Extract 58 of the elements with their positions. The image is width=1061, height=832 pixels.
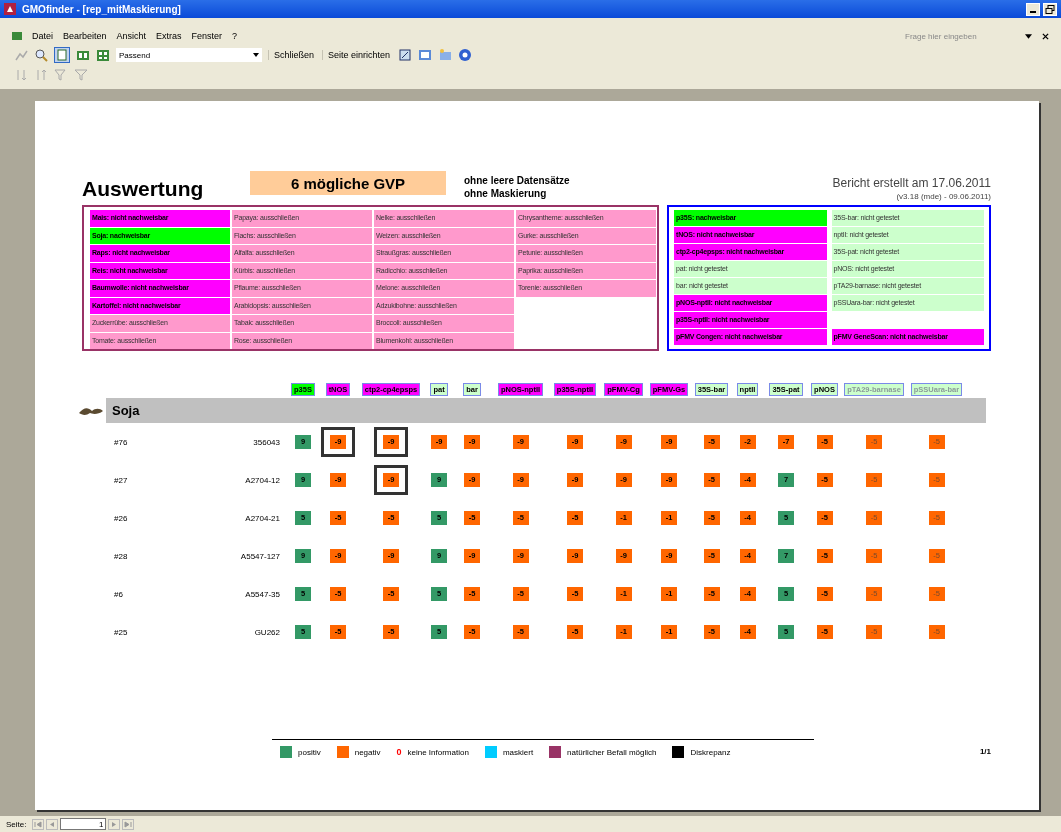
single-page-icon[interactable] — [54, 47, 70, 63]
menu-item[interactable]: Bearbeiten — [63, 31, 107, 41]
app-icon — [4, 3, 16, 15]
restore-icon[interactable] — [1043, 2, 1057, 16]
toolbar-button[interactable]: Schließen — [268, 50, 317, 60]
page-label: Seite: — [6, 819, 27, 829]
legend-label: positiv — [298, 747, 321, 757]
chart-icon[interactable] — [14, 48, 28, 62]
legend-label: negativ — [354, 747, 381, 757]
minimize-icon[interactable] — [1026, 2, 1040, 16]
menu-item[interactable]: Extras — [156, 31, 182, 41]
search-icon[interactable] — [34, 48, 48, 62]
two-pages-icon[interactable] — [76, 48, 90, 62]
filter-note: ohne Maskierung — [464, 188, 548, 199]
menu-item[interactable]: Ansicht — [116, 31, 147, 41]
legend-label: maskiert — [502, 747, 534, 757]
legend-label: natürlicher Befall möglich — [567, 747, 657, 757]
sample-name: GU262 — [254, 627, 281, 637]
report-date: Bericht erstellt am 17.06.2011 — [832, 176, 991, 190]
caret-icon[interactable] — [1025, 32, 1032, 40]
report-title: Auswertung — [82, 177, 205, 201]
help-search-field[interactable]: Frage hier eingeben — [905, 30, 1015, 42]
legend-label: Diskrepanz — [690, 747, 731, 757]
row-id: #28 — [113, 551, 129, 561]
menu-item[interactable]: Fenster — [191, 31, 223, 41]
row-id: #6 — [113, 589, 124, 599]
legend-label: keine Information — [407, 747, 469, 757]
sample-name: A2704-21 — [245, 513, 281, 523]
first-page-icon[interactable] — [32, 818, 45, 830]
row-id: #25 — [113, 627, 129, 637]
multiple-pages-icon[interactable] — [96, 48, 110, 62]
next-page-icon[interactable] — [108, 818, 121, 830]
row-id: #76 — [113, 437, 129, 447]
previous-page-icon[interactable] — [46, 818, 59, 830]
menu-item[interactable]: Datei — [32, 31, 53, 41]
toolbar-button[interactable]: Seite einrichten — [322, 50, 393, 60]
sample-name: A5547-127 — [240, 551, 281, 561]
legend-symbol: 0 — [396, 747, 402, 757]
document-icon[interactable] — [12, 31, 22, 41]
sample-name: A2704-12 — [245, 475, 281, 485]
row-id: #27 — [113, 475, 129, 485]
caret-icon[interactable] — [253, 53, 259, 57]
close-icon[interactable] — [1042, 32, 1049, 40]
filter-note: ohne leere Datensätze — [464, 175, 570, 186]
zoom-dropdown[interactable]: Passend — [116, 48, 262, 62]
row-id: #26 — [113, 513, 129, 523]
help-icon[interactable] — [458, 48, 473, 62]
version-label: (v3.18 (mde) - 09.06.2011) — [896, 192, 991, 201]
last-page-icon[interactable] — [122, 818, 135, 830]
result-banner: 6 mögliche GVP — [250, 171, 446, 195]
group-label: Soja — [112, 403, 140, 418]
page-count: 1/1 — [979, 747, 991, 756]
page-number-field[interactable]: 1 — [60, 818, 107, 830]
sample-name: 356043 — [253, 437, 281, 447]
sample-name: A5547-35 — [245, 589, 281, 599]
filter-icon[interactable] — [74, 68, 88, 82]
menu-item[interactable]: ? — [232, 31, 238, 41]
window-title: GMOfinder - [rep_mitMaskierung] — [22, 3, 181, 15]
